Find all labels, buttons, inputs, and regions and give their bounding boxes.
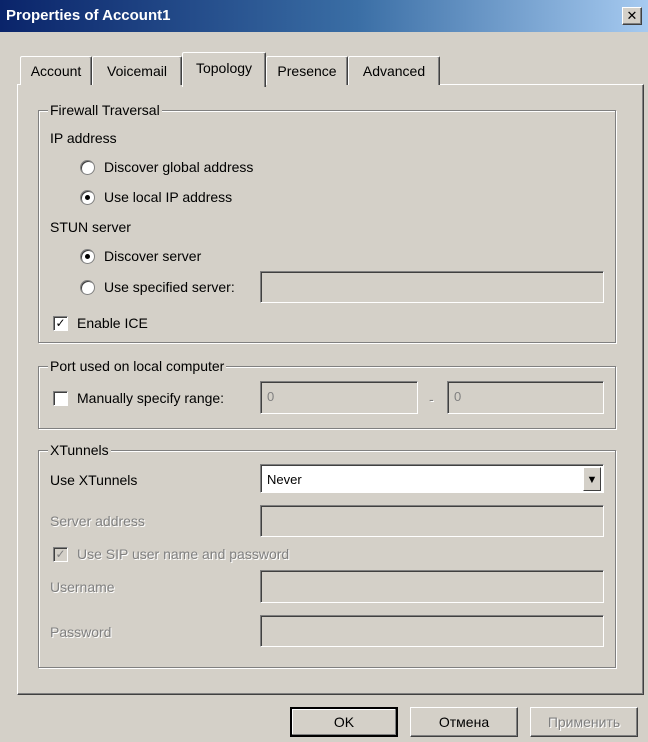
use-xtunnels-label: Use XTunnels [50, 472, 138, 488]
discover-global-address-radio[interactable] [80, 160, 95, 175]
port-range-dash: - [429, 391, 434, 407]
password-label: Password [50, 624, 112, 640]
username-label: Username [50, 579, 115, 595]
title-bar: Properties of Account1 ✕ [0, 0, 648, 32]
use-xtunnels-value: Never [267, 472, 302, 487]
server-address-input[interactable] [260, 505, 604, 537]
manual-range-checkbox[interactable] [53, 391, 68, 406]
cancel-button[interactable]: Отмена [410, 707, 518, 737]
enable-ice-checkbox[interactable]: ✓ [53, 316, 68, 331]
window-title: Properties of Account1 [6, 7, 171, 24]
use-local-ip-radio[interactable] [80, 190, 95, 205]
port-from-input[interactable]: 0 [260, 381, 418, 414]
port-group-label: Port used on local computer [48, 358, 227, 374]
ip-address-label: IP address [50, 130, 117, 146]
use-sip-credentials-checkbox[interactable]: ✓ [53, 547, 68, 562]
ok-button[interactable]: OK [290, 707, 398, 737]
tab-voicemail[interactable]: Voicemail [92, 56, 182, 85]
use-xtunnels-dropdown[interactable]: Never ▼ [260, 464, 604, 493]
specified-server-input[interactable] [260, 271, 604, 303]
password-input[interactable] [260, 615, 604, 647]
xtunnels-group-label: XTunnels [48, 442, 111, 458]
use-specified-server-label[interactable]: Use specified server: [104, 278, 235, 296]
port-to-input[interactable]: 0 [447, 381, 604, 414]
close-button[interactable]: ✕ [622, 7, 642, 25]
use-sip-credentials-label[interactable]: Use SIP user name and password [77, 545, 289, 563]
discover-global-address-label[interactable]: Discover global address [104, 158, 253, 176]
close-icon: ✕ [626, 8, 638, 23]
tab-advanced[interactable]: Advanced [348, 56, 440, 85]
firewall-traversal-label: Firewall Traversal [48, 102, 162, 118]
use-local-ip-label[interactable]: Use local IP address [104, 188, 232, 206]
tab-account[interactable]: Account [20, 56, 92, 85]
use-specified-server-radio[interactable] [80, 280, 95, 295]
tab-topology[interactable]: Topology [182, 52, 266, 87]
apply-button[interactable]: Применить [530, 707, 638, 737]
manual-range-label[interactable]: Manually specify range: [77, 389, 224, 407]
tab-presence[interactable]: Presence [266, 56, 348, 85]
username-input[interactable] [260, 570, 604, 603]
discover-server-label[interactable]: Discover server [104, 247, 201, 265]
stun-server-label: STUN server [50, 219, 131, 235]
discover-server-radio[interactable] [80, 249, 95, 264]
chevron-down-icon[interactable]: ▼ [583, 467, 601, 491]
enable-ice-label[interactable]: Enable ICE [77, 314, 148, 332]
server-address-label: Server address [50, 513, 145, 529]
